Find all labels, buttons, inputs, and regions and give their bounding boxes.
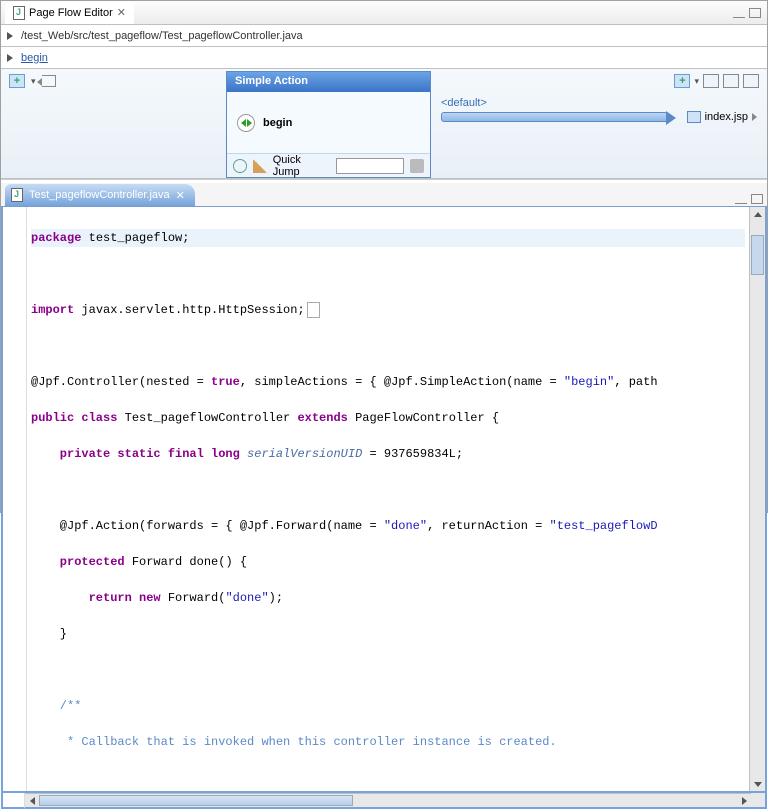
code-area[interactable]: package test_pageflow; +import javax.ser…	[27, 207, 749, 791]
breadcrumb-arrow-icon[interactable]	[5, 31, 15, 41]
page-flow-tab-bar: Page Flow Editor ✕	[1, 1, 767, 25]
minimize-icon[interactable]	[735, 194, 747, 204]
page-flow-editor-title: Page Flow Editor	[29, 7, 113, 19]
horizontal-scrollbar[interactable]	[25, 793, 751, 809]
left-flow-toolbar: + ▾	[1, 69, 226, 93]
refresh-icon[interactable]	[233, 159, 247, 173]
editor-tab-label: Test_pageflowController.java	[29, 189, 170, 201]
source-editor-panel: Test_pageflowController.java ✕ package t…	[1, 180, 767, 809]
enter-icon[interactable]	[42, 75, 56, 87]
simple-action-footer: Quick Jump	[227, 153, 430, 177]
close-icon[interactable]: ✕	[176, 189, 185, 202]
editor-tab-bar: Test_pageflowController.java ✕	[1, 183, 767, 207]
flow-right-column: + ▾ <default> index.jsp	[431, 69, 767, 178]
toolbar-icon-1[interactable]	[703, 74, 719, 88]
action-name: begin	[263, 117, 292, 129]
add-button[interactable]: +	[674, 74, 690, 88]
maximize-icon[interactable]	[751, 194, 763, 204]
right-flow-toolbar: + ▾	[431, 69, 767, 93]
wrench-icon[interactable]	[410, 159, 424, 173]
forward-label: <default>	[441, 97, 757, 109]
vertical-scrollbar[interactable]	[749, 207, 765, 791]
edit-icon[interactable]	[253, 159, 267, 173]
breadcrumb-path[interactable]: /test_Web/src/test_pageflow/Test_pageflo…	[21, 30, 303, 42]
editor-file-tab[interactable]: Test_pageflowController.java ✕	[5, 184, 195, 206]
add-button[interactable]: +	[9, 74, 25, 88]
close-icon[interactable]: ✕	[117, 6, 126, 19]
java-file-icon	[11, 188, 23, 202]
simple-action-header: Simple Action	[227, 72, 430, 92]
breadcrumb-action-bar: begin	[1, 47, 767, 69]
breadcrumb-action[interactable]: begin	[21, 52, 48, 64]
maximize-icon[interactable]	[749, 8, 761, 18]
ide-frame: Page Flow Editor ✕ /test_Web/src/test_pa…	[0, 0, 768, 513]
toolbar-icon-3[interactable]	[743, 74, 759, 88]
flow-arrow[interactable]	[441, 112, 669, 122]
breadcrumb-path-bar: /test_Web/src/test_pageflow/Test_pageflo…	[1, 25, 767, 47]
page-flow-editor-panel: Page Flow Editor ✕ /test_Web/src/test_pa…	[1, 1, 767, 180]
expand-icon[interactable]	[752, 113, 757, 121]
jsp-icon	[687, 111, 701, 123]
page-flow-editor-tab[interactable]: Page Flow Editor ✕	[5, 2, 134, 24]
gutter[interactable]	[3, 207, 27, 791]
simple-action-body[interactable]: begin	[227, 92, 430, 153]
toolbar-icon-2[interactable]	[723, 74, 739, 88]
breadcrumb-arrow-icon[interactable]	[5, 53, 15, 63]
forward-target: index.jsp	[705, 111, 748, 123]
flow-diagram-area: + ▾ Simple Action begin Quick Jump	[1, 69, 767, 179]
simple-action-panel: Simple Action begin Quick Jump	[226, 71, 431, 178]
quick-jump-label: Quick Jump	[273, 154, 330, 178]
minimize-icon[interactable]	[733, 8, 745, 18]
code-frame: package test_pageflow; +import javax.ser…	[1, 207, 767, 793]
begin-action-icon	[237, 114, 255, 132]
forward-target-node[interactable]: index.jsp	[687, 111, 757, 123]
editor-icon	[13, 6, 25, 20]
quick-jump-input[interactable]	[336, 158, 404, 174]
